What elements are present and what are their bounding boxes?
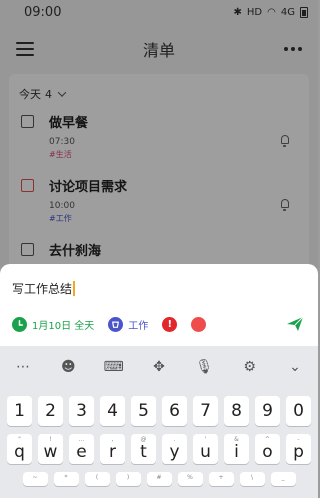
key-7[interactable]: 7 — [193, 396, 218, 426]
key-3[interactable]: 3 — [69, 396, 94, 426]
key-w[interactable]: ! w — [38, 434, 63, 464]
cursor-move-icon[interactable]: ✥ — [148, 356, 170, 378]
key-6[interactable]: 6 — [162, 396, 187, 426]
date-chip[interactable]: 1月10日 全天 — [12, 316, 95, 332]
key-f[interactable]: ) — [115, 472, 141, 486]
keyboard-toolbar: ⋯ ☻ ⌨ ✥ 🎙 ⚙ ⌄ — [0, 346, 318, 388]
key-d[interactable]: ( — [84, 472, 110, 486]
key-0[interactable]: 0 — [286, 396, 311, 426]
emoji-icon[interactable]: ☻ — [57, 356, 79, 378]
key-4[interactable]: 4 — [100, 396, 125, 426]
key-u[interactable]: ' u — [193, 434, 218, 464]
send-icon[interactable] — [286, 316, 304, 332]
task-title-input-value: 写工作总结 — [12, 282, 73, 296]
composer-options: 1月10日 全天 工作 ! — [12, 316, 304, 332]
number-row: 1 2 3 4 5 6 7 8 9 0 — [0, 396, 318, 426]
key-l[interactable]: _ — [270, 472, 296, 486]
key-s[interactable]: * — [53, 472, 79, 486]
key-k[interactable]: \ — [239, 472, 265, 486]
key-i[interactable]: & i — [224, 434, 249, 464]
clock-icon — [12, 316, 27, 332]
key-y[interactable]: .y — [162, 434, 187, 464]
key-8[interactable]: 8 — [224, 396, 249, 426]
list-chip-label: 工作 — [128, 320, 149, 332]
more-icon[interactable]: ⋯ — [12, 356, 34, 378]
key-t[interactable]: @ t — [131, 434, 156, 464]
collapse-icon[interactable]: ⌄ — [284, 356, 306, 378]
settings-icon[interactable]: ⚙ — [239, 356, 261, 378]
key-a[interactable]: ~ — [22, 472, 48, 486]
list-tag-icon — [108, 316, 124, 332]
key-p[interactable]: -p — [286, 434, 311, 464]
quick-add-sheet: 写工作总结 1月10日 全天 工作 ! — [0, 264, 318, 346]
key-e[interactable]: … e — [69, 434, 94, 464]
modal-overlay[interactable] — [0, 0, 318, 268]
text-caret — [73, 281, 75, 296]
key-9[interactable]: 9 — [255, 396, 280, 426]
keyboard-icon[interactable]: ⌨ — [103, 356, 125, 378]
key-q[interactable]: " q — [7, 434, 32, 464]
key-1[interactable]: 1 — [7, 396, 32, 426]
key-g[interactable]: # — [146, 472, 172, 486]
key-2[interactable]: 2 — [38, 396, 63, 426]
letter-row-asdf: ~ * ( ) # % + \ _ — [0, 472, 318, 486]
color-dot-icon[interactable] — [191, 316, 207, 332]
priority-symbol: ! — [167, 318, 173, 330]
key-h[interactable]: % — [177, 472, 203, 486]
list-chip[interactable]: 工作 — [108, 316, 149, 332]
letter-row-qwerty: " q ! w … e ,r @ t .y ' u & i ^ o -p — [0, 434, 318, 464]
key-r[interactable]: ,r — [100, 434, 125, 464]
key-o[interactable]: ^ o — [255, 434, 280, 464]
task-title-input[interactable]: 写工作总结 — [0, 264, 318, 297]
priority-icon[interactable]: ! — [162, 316, 178, 332]
key-5[interactable]: 5 — [131, 396, 156, 426]
soft-keyboard: ⋯ ☻ ⌨ ✥ 🎙 ⚙ ⌄ 1 2 3 4 5 6 7 8 9 0 " q ! w … — [0, 346, 318, 498]
date-chip-label: 1月10日 全天 — [32, 320, 95, 332]
microphone-icon[interactable]: 🎙 — [193, 356, 215, 378]
key-j[interactable]: + — [208, 472, 234, 486]
